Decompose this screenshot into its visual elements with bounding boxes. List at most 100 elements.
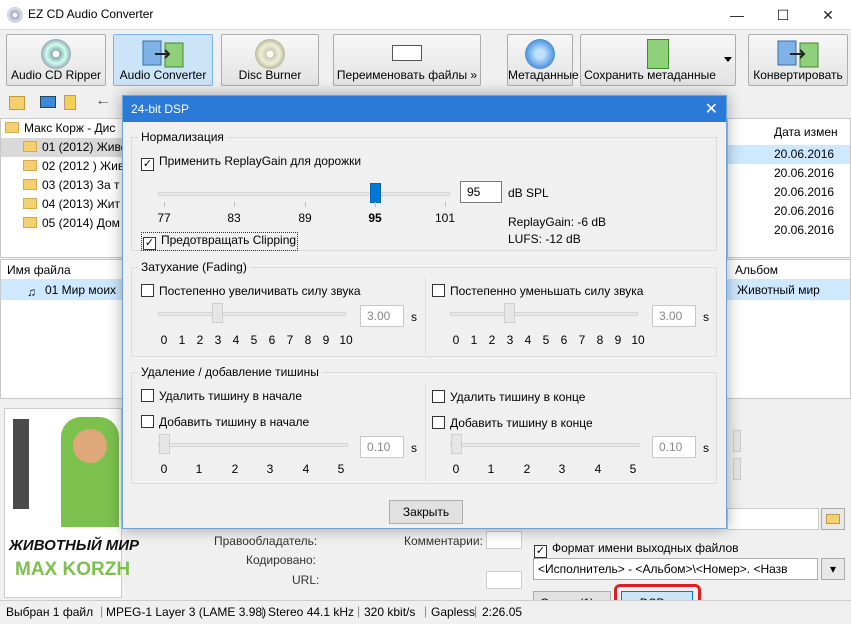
tree-item[interactable]: 02 (2012 ) Жив — [1, 157, 129, 176]
output-folder-field[interactable] — [727, 508, 819, 530]
tree-item[interactable]: 05 (2014) Дом — [1, 214, 129, 233]
side-button[interactable] — [733, 430, 741, 452]
end-silence-value-input[interactable]: 0.10 — [652, 436, 696, 458]
date-cell: 20.06.2016 — [774, 223, 835, 237]
cover-art[interactable]: ЖИВОТНЫЙ МИР MAX KORZH — [4, 408, 139, 598]
convert-button[interactable]: Конвертировать — [748, 34, 848, 86]
home-folder-icon[interactable] — [9, 96, 25, 110]
fade-in-checkbox[interactable] — [141, 284, 154, 297]
column-album-header[interactable]: Альбом — [735, 260, 778, 280]
start-silence-value-input[interactable]: 0.10 — [360, 436, 404, 458]
cover-title: ЖИВОТНЫЙ МИР — [9, 537, 140, 554]
fade-out-value-input[interactable]: 3.00 — [652, 305, 696, 327]
computer-icon[interactable] — [40, 96, 56, 108]
audio-converter-button[interactable]: Audio Converter — [113, 34, 213, 86]
back-arrow-icon[interactable]: ← — [95, 92, 111, 110]
fade-in-value-input[interactable]: 3.00 — [360, 305, 404, 327]
tick-mark — [164, 202, 165, 207]
metadata-button[interactable]: Метаданные — [507, 34, 579, 86]
fade-out-checkbox[interactable] — [432, 284, 445, 297]
date-column-header[interactable]: Дата измен — [728, 119, 850, 145]
convert-icon — [776, 39, 820, 69]
tick-label: 4 — [594, 462, 602, 476]
date-cell: 20.06.2016 — [774, 185, 835, 199]
cover-artist: MAX KORZH — [15, 559, 131, 580]
group-divider — [425, 278, 426, 354]
folder-icon — [5, 122, 19, 133]
prevent-clipping-option[interactable]: ✓ Предотвращать Clipping — [141, 232, 299, 251]
fade-in-option[interactable]: Постепенно увеличивать силу звука — [141, 284, 361, 298]
remove-end-silence-checkbox[interactable] — [432, 390, 445, 403]
tree-item[interactable]: 01 (2012) Живо — [1, 138, 129, 157]
end-silence-slider-track[interactable] — [450, 443, 640, 447]
tree-root[interactable]: Макс Корж - Дис — [1, 119, 129, 138]
start-silence-slider-track[interactable] — [158, 443, 348, 447]
output-format-label: Формат имени выходных файлов — [552, 541, 739, 555]
column-name-header[interactable]: Имя файла — [7, 263, 71, 277]
start-silence-slider-thumb[interactable] — [159, 434, 170, 454]
close-button[interactable]: ✕ — [805, 0, 851, 30]
status-duration: 2:26.05 — [482, 605, 523, 619]
remove-start-silence-checkbox[interactable] — [141, 389, 154, 402]
fade-in-slider-track[interactable] — [158, 312, 346, 316]
tick-mark — [234, 202, 235, 207]
norm-value-input[interactable]: 95 — [460, 181, 502, 203]
disc-burner-button[interactable]: Disc Burner — [221, 34, 319, 86]
minimize-button[interactable]: — — [714, 0, 760, 30]
status-gapless: Gapless — [431, 605, 476, 619]
fade-out-slider-track[interactable] — [450, 312, 638, 316]
add-end-silence-label: Добавить тишину в конце — [450, 416, 593, 430]
output-format-checkbox[interactable]: ✓ — [534, 545, 547, 558]
prevent-clipping-label: Предотвращать Clipping — [161, 233, 297, 247]
prevent-clipping-checkbox[interactable]: ✓ — [143, 237, 156, 250]
status-separator: | — [100, 604, 104, 618]
save-metadata-button[interactable]: Сохранить метаданные — [580, 34, 736, 86]
fade-in-slider-thumb[interactable] — [212, 303, 223, 323]
fade-in-label: Постепенно увеличивать силу звука — [159, 284, 361, 298]
tick-label: 3 — [266, 462, 274, 476]
tree-item-label: 04 (2013) Жит — [42, 197, 120, 211]
tick-label: 3 — [558, 462, 566, 476]
fade-out-slider-thumb[interactable] — [504, 303, 515, 323]
norm-slider-thumb[interactable] — [370, 183, 381, 203]
end-silence-slider-thumb[interactable] — [451, 434, 462, 454]
output-format-input[interactable]: <Исполнитель> - <Альбом>\<Номер>. <Назв — [533, 558, 818, 580]
rename-files-button[interactable]: Переименовать файлы » — [333, 34, 481, 86]
norm-slider-track[interactable] — [158, 192, 450, 196]
norm-unit-label: dB SPL — [508, 186, 549, 200]
add-start-silence-checkbox[interactable] — [141, 415, 154, 428]
dropdown-arrow-icon[interactable] — [724, 57, 732, 62]
comments-label: Комментарии: — [404, 534, 483, 548]
fade-out-label: Постепенно уменьшать силу звука — [450, 284, 644, 298]
maximize-button[interactable]: ☐ — [760, 0, 806, 30]
side-button[interactable] — [733, 458, 741, 480]
format-menu-button[interactable]: ▾ — [821, 558, 845, 580]
close-dialog-button[interactable]: Закрыть — [389, 500, 463, 524]
fade-in-unit: s — [411, 310, 417, 324]
url-field[interactable] — [486, 571, 522, 589]
rename-files-label: Переименовать файлы » — [336, 68, 478, 82]
replaygain-value: ReplayGain: -6 dB — [508, 215, 607, 229]
remove-end-silence-label: Удалить тишину в конце — [450, 390, 586, 404]
remove-end-silence-option[interactable]: Удалить тишину в конце — [432, 390, 585, 404]
tree-item[interactable]: 03 (2013) За т — [1, 176, 129, 195]
tree-item[interactable]: 04 (2013) Жит — [1, 195, 129, 214]
output-format-option[interactable]: ✓ Формат имени выходных файлов — [534, 541, 739, 558]
apply-replaygain-option[interactable]: ✓ Применить ReplayGain для дорожки — [141, 154, 361, 171]
audio-cd-ripper-button[interactable]: Audio CD Ripper — [6, 34, 106, 86]
dialog-close-icon[interactable]: ✕ — [705, 99, 718, 119]
tick-mark — [375, 202, 376, 207]
dsp-dialog: 24-bit DSP ✕ Нормализация ✓ Применить Rep… — [122, 95, 727, 529]
apply-replaygain-checkbox[interactable]: ✓ — [141, 158, 154, 171]
disc-icon — [255, 39, 285, 69]
remove-start-silence-option[interactable]: Удалить тишину в начале — [141, 389, 302, 403]
tick-label: 77 — [157, 211, 171, 225]
comments-field[interactable] — [486, 531, 522, 549]
add-end-silence-option[interactable]: Добавить тишину в конце — [432, 416, 593, 430]
add-end-silence-checkbox[interactable] — [432, 416, 445, 429]
add-start-silence-option[interactable]: Добавить тишину в начале — [141, 415, 309, 429]
tick-label: 83 — [227, 211, 241, 225]
browse-folder-button[interactable] — [821, 508, 845, 530]
music-folder-icon[interactable] — [64, 95, 76, 110]
fade-out-option[interactable]: Постепенно уменьшать силу звука — [432, 284, 643, 298]
